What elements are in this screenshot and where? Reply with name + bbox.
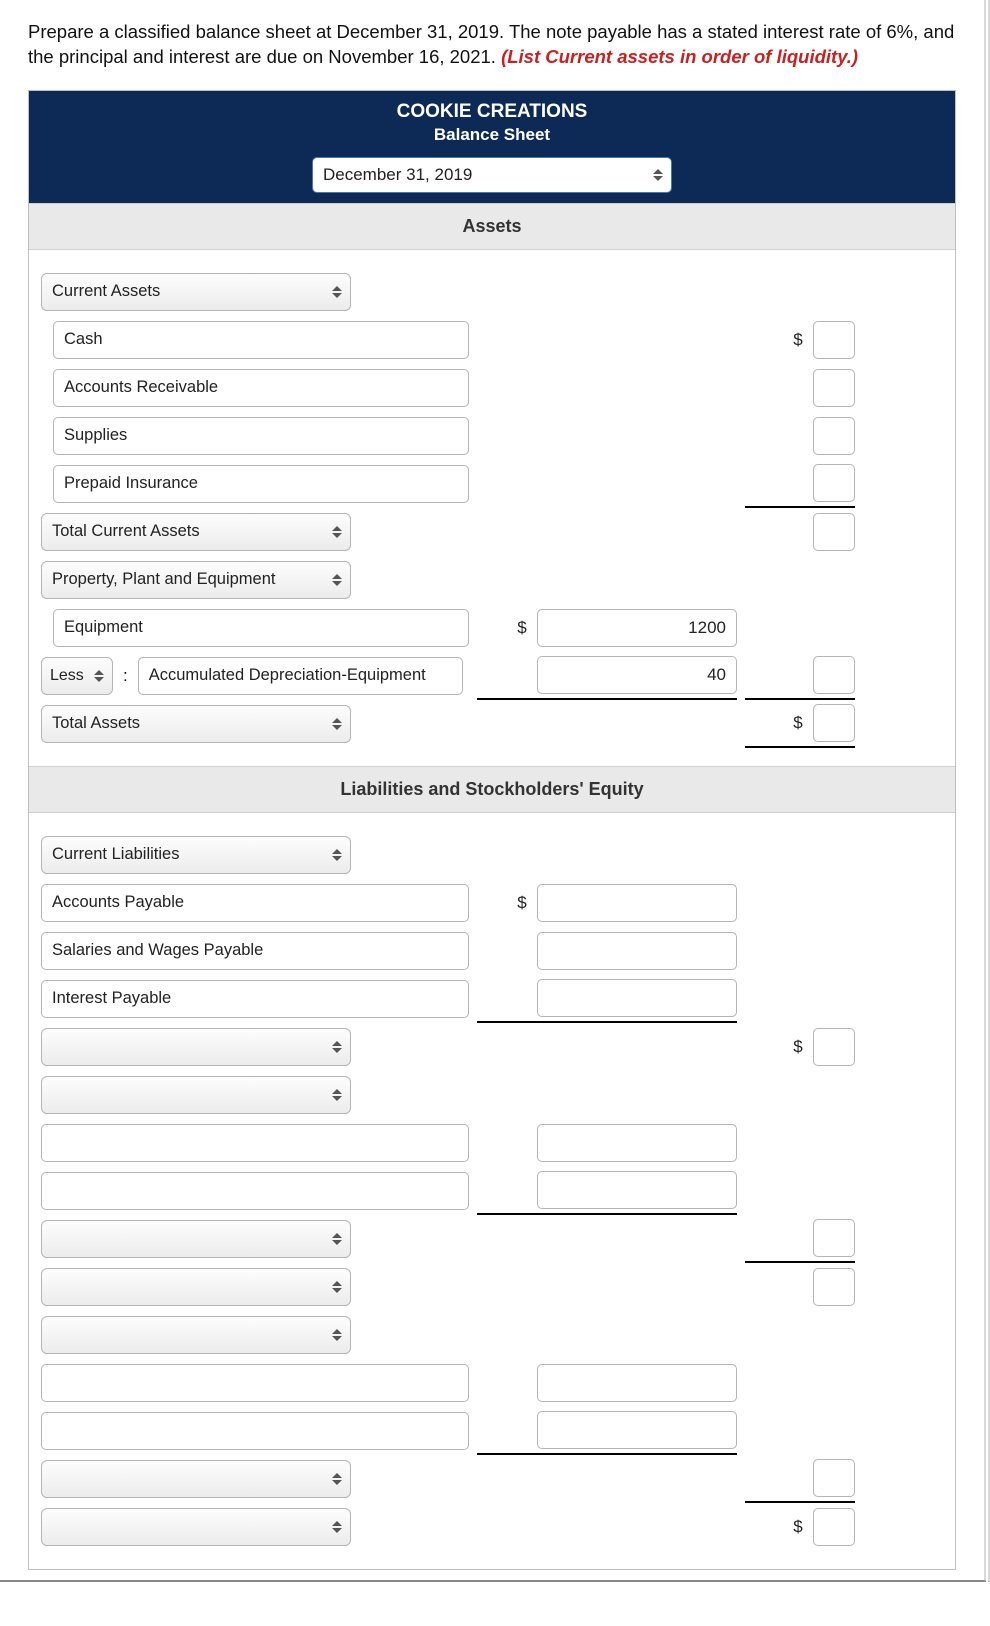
label-cash: Cash [64, 330, 103, 349]
amount-mid-1[interactable] [537, 1124, 737, 1162]
amount-swp[interactable] [537, 932, 737, 970]
amount-mid-4[interactable] [537, 1411, 737, 1449]
label-cl: Current Liabilities [52, 845, 179, 864]
amount-ap[interactable] [537, 884, 737, 922]
amount-equipment[interactable]: 1200 [537, 609, 737, 647]
balance-sheet: COOKIE CREATIONS Balance Sheet December … [28, 90, 956, 1570]
select-less[interactable]: Less [41, 657, 113, 695]
dollar-sign: $ [789, 713, 807, 733]
input-ip[interactable]: Interest Payable [41, 980, 469, 1018]
label-swp: Salaries and Wages Payable [52, 941, 263, 960]
amount-tca[interactable] [813, 513, 855, 551]
stepper-icon [650, 164, 666, 186]
select-ta[interactable]: Total Assets [41, 705, 351, 743]
stepper-icon [329, 1468, 345, 1490]
label-accdep: Accumulated Depreciation-Equipment [149, 666, 426, 685]
input-blank-2[interactable] [41, 1172, 469, 1210]
dollar-sign: $ [789, 1037, 807, 1057]
amount-blank-6[interactable] [813, 1459, 855, 1497]
amount-blank-4[interactable] [813, 1268, 855, 1306]
input-swp[interactable]: Salaries and Wages Payable [41, 932, 469, 970]
select-blank-3[interactable] [41, 1220, 351, 1258]
input-blank-3[interactable] [41, 1364, 469, 1402]
select-ppe[interactable]: Property, Plant and Equipment [41, 561, 351, 599]
select-blank-5[interactable] [41, 1316, 351, 1354]
amount-supplies[interactable] [813, 417, 855, 455]
select-blank-1[interactable] [41, 1028, 351, 1066]
company-name: COOKIE CREATIONS [29, 101, 955, 123]
stepper-icon [329, 521, 345, 543]
amount-accdep[interactable]: 40 [537, 656, 737, 694]
input-ar[interactable]: Accounts Receivable [53, 369, 469, 407]
select-blank-7[interactable] [41, 1508, 351, 1546]
amount-prepaid[interactable] [813, 464, 855, 502]
label-ta: Total Assets [52, 714, 140, 733]
select-tca[interactable]: Total Current Assets [41, 513, 351, 551]
amount-mid-3[interactable] [537, 1364, 737, 1402]
amount-ppe-net[interactable] [813, 656, 855, 694]
colon: : [123, 666, 128, 686]
amount-cash[interactable] [813, 321, 855, 359]
select-current-assets[interactable]: Current Assets [41, 273, 351, 311]
input-accdep[interactable]: Accumulated Depreciation-Equipment [138, 657, 463, 695]
amount-ar[interactable] [813, 369, 855, 407]
label-ap: Accounts Payable [52, 893, 184, 912]
dollar-sign: $ [513, 893, 531, 913]
select-cl[interactable]: Current Liabilities [41, 836, 351, 874]
label-equipment: Equipment [64, 618, 143, 637]
stepper-icon [329, 1516, 345, 1538]
stepper-icon [91, 665, 107, 687]
select-blank-4[interactable] [41, 1268, 351, 1306]
input-equipment[interactable]: Equipment [53, 609, 469, 647]
stepper-icon [329, 1084, 345, 1106]
input-supplies[interactable]: Supplies [53, 417, 469, 455]
date-value: December 31, 2019 [323, 165, 472, 185]
label-supplies: Supplies [64, 426, 127, 445]
select-blank-2[interactable] [41, 1076, 351, 1114]
dollar-sign: $ [789, 330, 807, 350]
date-bar: December 31, 2019 [29, 157, 955, 203]
amount-ip[interactable] [537, 979, 737, 1017]
label-ar: Accounts Receivable [64, 378, 218, 397]
section-assets: Assets [29, 203, 955, 250]
dollar-sign: $ [789, 1517, 807, 1537]
date-select[interactable]: December 31, 2019 [312, 157, 672, 193]
amount-blank-7[interactable] [813, 1508, 855, 1546]
label-tca: Total Current Assets [52, 522, 200, 541]
amount-blank-1[interactable] [813, 1028, 855, 1066]
stepper-icon [329, 569, 345, 591]
stepper-icon [329, 281, 345, 303]
stepper-icon [329, 713, 345, 735]
select-blank-6[interactable] [41, 1460, 351, 1498]
input-blank-1[interactable] [41, 1124, 469, 1162]
label-current-assets: Current Assets [52, 282, 160, 301]
sheet-header: COOKIE CREATIONS Balance Sheet [29, 91, 955, 157]
label-prepaid: Prepaid Insurance [64, 474, 198, 493]
label-ip: Interest Payable [52, 989, 171, 1008]
stepper-icon [329, 1036, 345, 1058]
input-prepaid[interactable]: Prepaid Insurance [53, 465, 469, 503]
stepper-icon [329, 1324, 345, 1346]
stepper-icon [329, 1228, 345, 1250]
instruction-emph: (List Current assets in order of liquidi… [501, 46, 858, 67]
amount-mid-2[interactable] [537, 1171, 737, 1209]
amount-ta[interactable] [813, 704, 855, 742]
dollar-sign: $ [513, 618, 531, 638]
label-ppe: Property, Plant and Equipment [52, 570, 276, 589]
sheet-title: Balance Sheet [29, 125, 955, 145]
label-less: Less [50, 667, 84, 685]
instruction-text: Prepare a classified balance sheet at De… [28, 20, 956, 70]
input-ap[interactable]: Accounts Payable [41, 884, 469, 922]
section-liabilities: Liabilities and Stockholders' Equity [29, 766, 955, 813]
input-blank-4[interactable] [41, 1412, 469, 1450]
stepper-icon [329, 1276, 345, 1298]
stepper-icon [329, 844, 345, 866]
amount-blank-3[interactable] [813, 1219, 855, 1257]
input-cash[interactable]: Cash [53, 321, 469, 359]
